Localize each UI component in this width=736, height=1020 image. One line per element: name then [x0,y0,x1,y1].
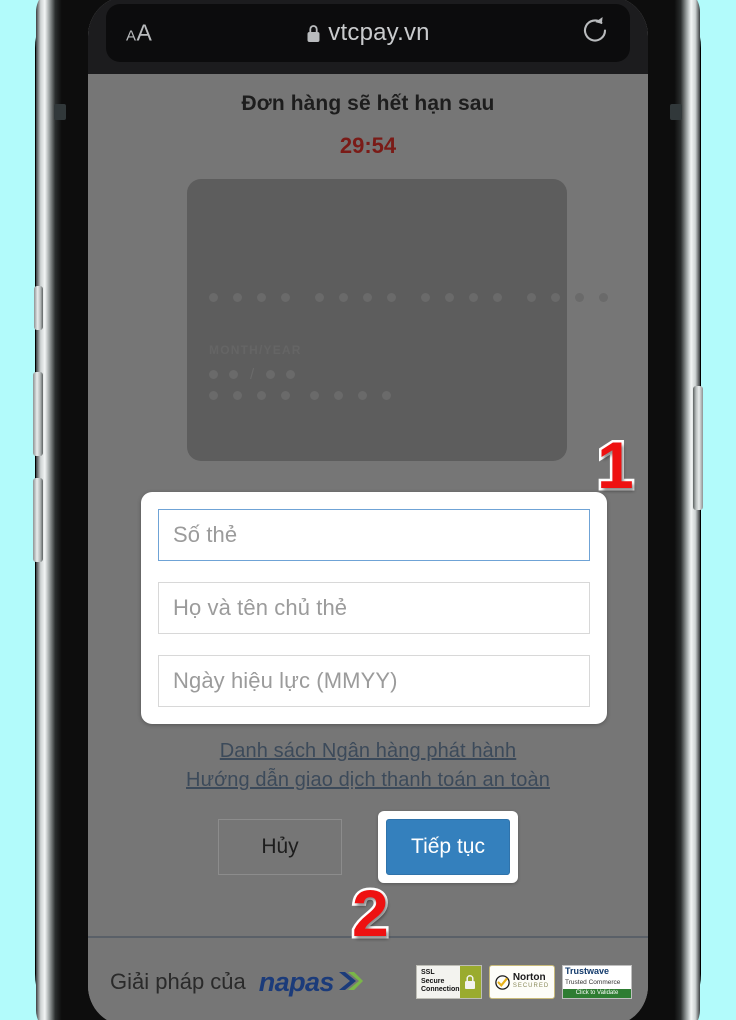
help-links: Danh sách Ngân hàng phát hành Hướng dẫn … [88,737,648,795]
expiry-slash: / [250,366,255,383]
antenna-seam-left [54,104,66,120]
countdown-timer: 29:54 [339,133,397,158]
padlock-icon [459,966,481,998]
napas-logo: napas [259,967,363,998]
card-expiry-input[interactable]: Ngày hiệu lực (MMYY) [158,655,590,707]
footer-solution-text: Giải pháp của [110,969,246,994]
phone-screen: AA vtcpay.vn Đơn hàng sẽ hết hạn sau 29:… [88,0,648,1020]
norton-line2: SECURED [512,983,550,989]
lock-icon [307,24,320,42]
order-expire-title: Đơn hàng sẽ hết hạn sau [241,92,495,115]
card-preview: MONTH/YEAR / [187,179,608,461]
phone-device-frame: AA vtcpay.vn Đơn hàng sẽ hết hạn sau 29:… [33,0,703,1020]
ssl-line2: Secure [421,977,445,985]
card-expiry-placeholder: Ngày hiệu lực (MMYY) [173,668,398,693]
screenshot-stage: AA vtcpay.vn Đơn hàng sẽ hết hạn sau 29:… [0,0,736,1020]
card-number-input[interactable]: Số thẻ [158,509,590,561]
trustwave-line2: Trusted Commerce [565,979,621,986]
card-entry-form-panel: Số thẻ Họ và tên chủ thẻ Ngày hiệu lực (… [141,492,607,724]
url-display: vtcpay.vn [306,19,430,47]
continue-button[interactable]: Tiếp tục [386,819,510,875]
volume-up-button[interactable] [33,372,43,456]
aa-big-letter: A [136,19,153,46]
card-holder-placeholder-dots [209,391,391,400]
ssl-line1: SSL [421,969,435,977]
security-badges: SSL Secure Connection Norton SECURED Tru… [416,965,632,999]
card-expiry-placeholder-dots: / [209,366,296,383]
napas-wordmark: napas [258,966,335,997]
norton-check-icon [495,974,510,990]
card-holder-placeholder: Họ và tên chủ thẻ [173,595,348,620]
text-size-aa-button[interactable]: AA [126,19,153,46]
trustwave-line3: Click to Validate [563,989,631,998]
action-button-row: Hủy Tiếp tục [88,811,648,883]
reload-icon[interactable] [580,16,610,51]
dot-group [421,293,502,302]
trustwave-line1: Trustwave [565,966,610,976]
url-text: vtcpay.vn [328,19,430,46]
antenna-seam-right [670,104,682,120]
address-bar[interactable]: AA vtcpay.vn [106,4,630,62]
napas-arrow-icon [338,972,363,990]
mute-switch[interactable] [34,286,43,330]
card-holder-input[interactable]: Họ và tên chủ thẻ [158,582,590,634]
aa-small-letter: A [126,27,137,45]
phone-right-rail [674,0,700,1020]
dot-group [310,391,391,400]
ssl-line3: Connection [421,986,460,994]
dot-group [209,293,290,302]
card-expiry-label: MONTH/YEAR [209,343,302,357]
dot-group [315,293,396,302]
ssl-secure-connection-badge[interactable]: SSL Secure Connection [416,965,482,999]
safe-payment-guide-link[interactable]: Hướng dẫn giao dịch thanh toán an toàn [88,766,648,795]
napas-solution-block: Giải pháp của napas [110,967,363,998]
dot-group [527,293,608,302]
card-number-placeholder-dots [209,293,608,302]
volume-down-button[interactable] [33,478,43,562]
trustwave-badge[interactable]: Trustwave Trusted Commerce Click to Vali… [562,965,632,999]
cancel-button[interactable]: Hủy [218,819,342,875]
card-number-placeholder: Số thẻ [173,522,238,547]
norton-secured-badge[interactable]: Norton SECURED [489,965,555,999]
annotation-number-2: 2 [350,876,392,950]
safari-toolbar: AA vtcpay.vn [88,0,648,74]
dot-group [209,391,290,400]
annotation-number-1: 1 [595,428,637,502]
bank-list-link[interactable]: Danh sách Ngân hàng phát hành [88,737,648,766]
continue-button-highlight: Tiếp tục [378,811,518,883]
norton-line1: Norton [512,972,546,983]
power-button[interactable] [693,386,703,510]
